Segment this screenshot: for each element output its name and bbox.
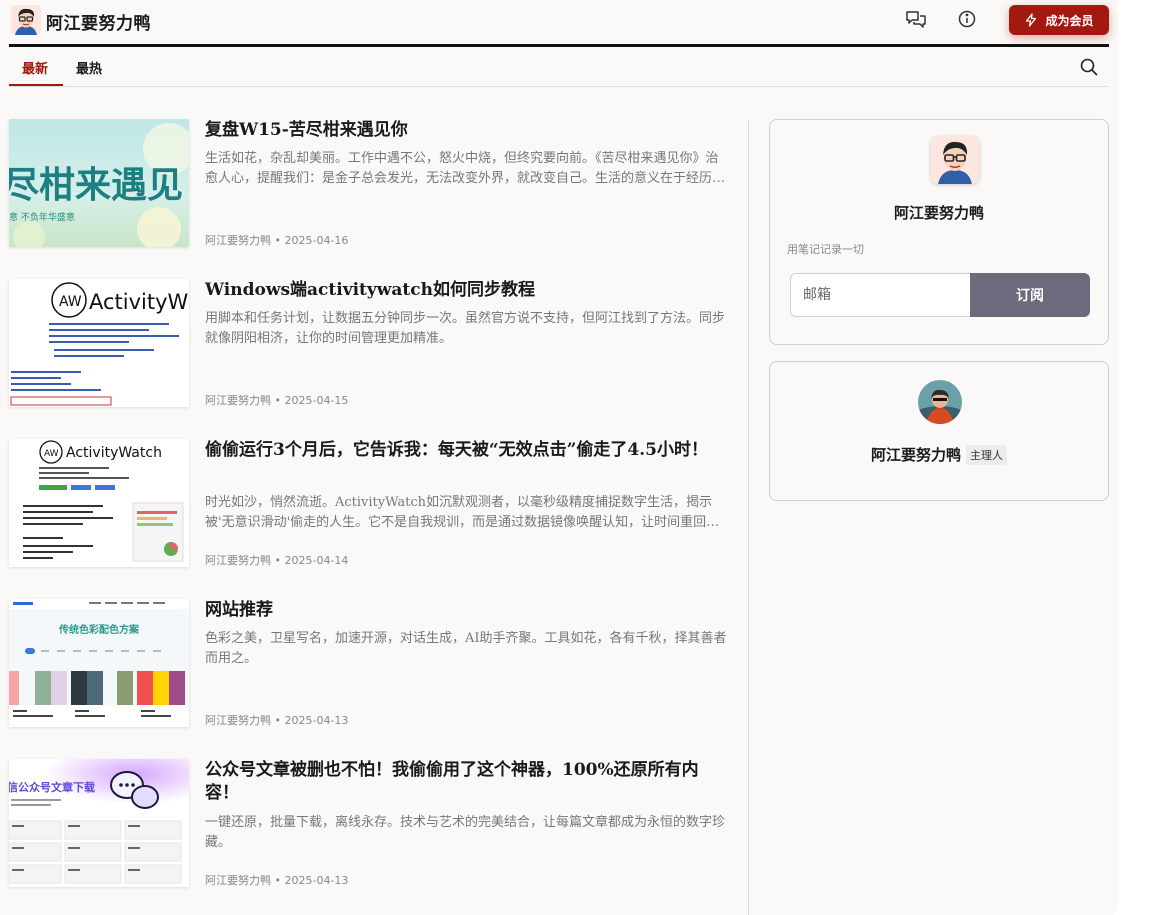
post-author: 阿江要努力鸭 [205,874,271,887]
post-excerpt: 色彩之美，卫星写名，加速开源，对话生成，AI助手齐聚。工具如花，各有千秋，择其善… [205,631,727,666]
post-title[interactable]: 复盘W15-苦尽柑来遇见你 [205,119,729,142]
post-thumbnail[interactable]: 尽柑来遇见 意 不负年华盛意 [9,119,189,247]
post-title[interactable]: 公众号文章被删也不怕！我偷偷用了这个神器，100%还原所有内容！ [205,759,729,805]
column-divider [748,120,749,915]
post-author: 阿江要努力鸭 [205,394,271,407]
post-excerpt: 生活如花，杂乱却美丽。工作中遇不公，怒火中烧，但终究要向前。《苦尽柑来遇见你》治… [205,151,726,186]
owner-card: 阿江要努力鸭 主理人 [769,361,1109,501]
thumb-title-text: 传统色彩配色方案 [58,623,140,636]
post-thumbnail[interactable]: 信公众号文章下载 [9,759,189,887]
post-card[interactable]: AW ActivityW Windows端activitywatch如何同步教程… [9,279,734,409]
comments-icon[interactable] [905,8,927,30]
site-logo[interactable] [11,5,41,35]
become-member-button[interactable]: 成为会员 [1009,5,1109,35]
post-thumbnail[interactable]: AW ActivityWatch [9,439,189,567]
post-meta: 阿江要努力鸭 • 2025-04-14 [205,554,349,567]
thumb-title-text: 尽柑来遇见 [9,164,183,206]
post-thumbnail[interactable]: AW ActivityW [9,279,189,407]
post-meta: 阿江要努力鸭 • 2025-04-13 [205,714,349,727]
subscribe-card: 阿江要努力鸭 用笔记记录一切 订阅 [769,119,1109,345]
site-header: 阿江要努力鸭 成为会员 [9,0,1109,44]
post-date: 2025-04-13 [284,874,349,887]
subscribe-button[interactable]: 订阅 [970,273,1090,317]
post-author: 阿江要努力鸭 [205,554,271,567]
post-date: 2025-04-13 [284,714,349,727]
info-icon[interactable] [956,8,978,30]
post-excerpt: 时光如沙，悄然流逝。ActivityWatch如沉默观测者，以毫秒级精度捕捉数字… [205,495,720,530]
profile-tagline: 用笔记记录一切 [787,243,864,256]
avatar-cartoon-icon [931,136,979,184]
owner-row: 阿江要努力鸭 主理人 [770,444,1108,465]
search-icon[interactable] [1079,57,1099,77]
owner-name[interactable]: 阿江要努力鸭 [871,444,961,465]
post-meta: 阿江要努力鸭 • 2025-04-13 [205,874,349,887]
post-author: 阿江要努力鸭 [205,714,271,727]
tab-latest[interactable]: 最新 [22,58,48,77]
post-date: 2025-04-14 [284,554,349,567]
page: 阿江要努力鸭 成为会员 最新 最热 尽柑来遇见 意 不负年华盛意 复盘W15-苦… [0,0,1118,915]
sort-tabs: 最新 最热 [9,47,1109,87]
post-card[interactable]: 信公众号文章下载 公众号文章被删也不怕！我偷偷用了这个神器，100%还原所有内容… [9,759,734,889]
site-avatar[interactable] [931,136,979,184]
thumb-logo-text: AW [44,449,59,459]
post-title[interactable]: Windows端activitywatch如何同步教程 [205,279,729,302]
post-thumbnail[interactable]: 传统色彩配色方案 [9,599,189,727]
post-date: 2025-04-16 [284,234,349,247]
owner-role-badge: 主理人 [966,444,1007,465]
thumb-subtitle-text: 意 不负年华盛意 [9,211,75,223]
post-meta: 阿江要努力鸭 • 2025-04-15 [205,394,349,407]
post-excerpt: 用脚本和任务计划，让数据五分钟同步一次。虽然官方说不支持，但阿江找到了方法。同步… [205,311,726,346]
thumb-title-text: ActivityWatch [66,445,162,461]
post-date: 2025-04-15 [284,394,349,407]
active-tab-underline [9,84,63,86]
owner-avatar[interactable] [918,380,962,424]
avatar-cartoon-icon [11,5,41,35]
post-author: 阿江要努力鸭 [205,234,271,247]
thumb-logo-text: AW [59,294,82,310]
thumb-title-text: ActivityW [89,290,189,314]
post-title[interactable]: 偷偷运行3个月后，它告诉我：每天被“无效点击”偷走了4.5小时！ [205,439,729,462]
post-title[interactable]: 网站推荐 [205,599,729,622]
post-card[interactable]: AW ActivityWatch 偷偷运行3个月后，它告诉我：每天被“无效点击”… [9,439,734,569]
become-member-label: 成为会员 [1045,13,1094,28]
avatar-photo-icon [918,380,962,424]
thumb-title-text: 信公众号文章下载 [9,780,95,794]
post-meta: 阿江要努力鸭 • 2025-04-16 [205,234,349,247]
post-card[interactable]: 传统色彩配色方案 网站推荐 色彩之美，卫星写名，加速开源，对话生成，AI助手齐聚… [9,599,734,729]
bolt-icon [1026,13,1037,27]
profile-name: 阿江要努力鸭 [893,204,984,222]
email-input[interactable] [790,273,971,317]
tab-hottest[interactable]: 最热 [76,58,102,77]
post-card[interactable]: 尽柑来遇见 意 不负年华盛意 复盘W15-苦尽柑来遇见你 生活如花，杂乱却美丽。… [9,119,734,249]
post-excerpt: 一键还原，批量下载，离线永存。技术与艺术的完美结合，让每篇文章都成为永恒的数字珍… [205,815,726,850]
site-title[interactable]: 阿江要努力鸭 [46,9,151,34]
